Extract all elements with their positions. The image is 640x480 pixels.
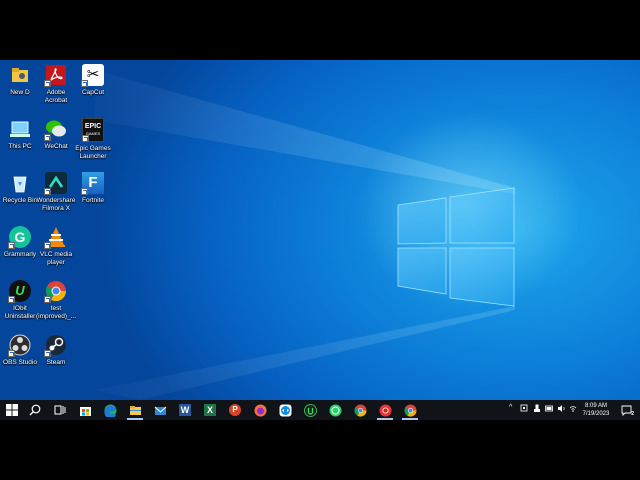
start-button[interactable] bbox=[4, 402, 20, 418]
capcut-icon: ✂ bbox=[81, 64, 104, 87]
taskbar-iobit[interactable] bbox=[302, 402, 318, 418]
icon-steam[interactable]: Steam bbox=[36, 334, 76, 367]
whatsapp-icon bbox=[329, 404, 341, 416]
tray-chevron-icon[interactable]: ^ bbox=[509, 404, 512, 411]
recycle-bin-icon bbox=[9, 172, 31, 194]
icon-wondershare[interactable]: Wondershare Filmora X bbox=[36, 172, 76, 212]
icon-capcut[interactable]: ✂ CapCut bbox=[73, 64, 113, 97]
search-icon bbox=[29, 404, 41, 416]
firefox-icon bbox=[254, 404, 266, 416]
taskbar-chrome-active[interactable] bbox=[402, 402, 418, 420]
desktop-screen: New D Adobe Acrobat ✂ CapCut This PC WeC… bbox=[0, 60, 640, 420]
speaker-icon[interactable] bbox=[557, 404, 566, 413]
wifi-icon[interactable] bbox=[569, 404, 577, 413]
store-icon bbox=[79, 406, 91, 416]
taskbar-firefox[interactable] bbox=[252, 402, 268, 418]
taskbar-chrome-red[interactable] bbox=[377, 402, 393, 420]
taskbar-edge[interactable] bbox=[102, 402, 118, 418]
wechat-icon bbox=[44, 118, 67, 141]
epic-games-icon: EPIC GAMES bbox=[82, 118, 104, 142]
powerpoint-icon: P bbox=[229, 404, 241, 416]
fortnite-icon: F bbox=[81, 172, 104, 195]
desktop-background[interactable]: New D Adobe Acrobat ✂ CapCut This PC WeC… bbox=[0, 60, 640, 400]
steam-icon bbox=[44, 334, 67, 357]
icon-this-pc[interactable]: This PC bbox=[0, 118, 40, 151]
iobit-icon: U bbox=[8, 280, 31, 303]
notification-count-badge: 2 bbox=[631, 411, 634, 417]
task-view-icon bbox=[54, 405, 66, 415]
icon-epic-games[interactable]: EPIC GAMES Epic Games Launcher bbox=[73, 118, 113, 160]
vlc-icon bbox=[44, 226, 67, 249]
chrome-icon bbox=[44, 280, 67, 303]
notification-center-button[interactable]: 2 bbox=[618, 402, 634, 418]
usb-icon[interactable] bbox=[533, 404, 541, 413]
icon-wechat[interactable]: WeChat bbox=[36, 118, 76, 151]
windows-start-icon bbox=[6, 404, 18, 416]
icon-recycle-bin[interactable]: Recycle Bin bbox=[0, 172, 40, 205]
taskbar-whatsapp[interactable] bbox=[327, 402, 343, 418]
filmora-icon bbox=[44, 172, 67, 195]
word-icon: W bbox=[179, 404, 191, 416]
icon-vlc[interactable]: VLC media player bbox=[36, 226, 76, 266]
clock-time: 8:09 AM bbox=[584, 403, 607, 409]
edge-icon bbox=[103, 404, 116, 417]
battery-icon[interactable] bbox=[545, 404, 554, 413]
iobit-icon bbox=[303, 403, 317, 417]
mail-icon bbox=[154, 406, 166, 415]
computer-icon bbox=[9, 118, 31, 140]
task-view-button[interactable] bbox=[52, 402, 68, 418]
chrome-icon bbox=[353, 404, 366, 417]
chrome-icon bbox=[403, 404, 416, 417]
teamviewer-icon bbox=[279, 404, 291, 416]
taskbar: W X P ^ 8:09 AM 7/19/2023 2 bbox=[0, 400, 640, 420]
taskbar-store[interactable] bbox=[77, 402, 93, 418]
clock-date: 7/19/2023 bbox=[582, 411, 610, 417]
acrobat-icon bbox=[44, 64, 67, 87]
icon-obs[interactable]: OBS Studio bbox=[0, 334, 40, 367]
icon-chrome-file[interactable]: test (improved)_... bbox=[36, 280, 76, 320]
icon-adobe-acrobat[interactable]: Adobe Acrobat bbox=[36, 64, 76, 104]
taskbar-teamviewer[interactable] bbox=[277, 402, 293, 418]
icon-iobit[interactable]: U IObit Uninstaller bbox=[0, 280, 40, 320]
wallpaper-windows-logo bbox=[95, 70, 515, 400]
folder-icon bbox=[9, 64, 31, 86]
taskbar-powerpoint[interactable]: P bbox=[227, 402, 243, 418]
taskbar-file-explorer[interactable] bbox=[127, 402, 143, 420]
excel-icon: X bbox=[204, 404, 216, 416]
folder-icon bbox=[129, 405, 141, 415]
taskbar-mail[interactable] bbox=[152, 402, 168, 418]
taskbar-chrome[interactable] bbox=[352, 402, 368, 418]
icon-fortnite[interactable]: F Fortnite bbox=[73, 172, 113, 205]
obs-icon bbox=[8, 334, 31, 357]
taskbar-excel[interactable]: X bbox=[202, 402, 218, 418]
chrome-red-icon bbox=[379, 404, 391, 416]
network-adapter-icon[interactable] bbox=[520, 404, 528, 413]
icon-grammarly[interactable]: G Grammarly bbox=[0, 226, 40, 259]
taskbar-word[interactable]: W bbox=[177, 402, 193, 418]
icon-new-d[interactable]: New D bbox=[0, 64, 40, 97]
system-clock[interactable]: 8:09 AM 7/19/2023 bbox=[578, 402, 614, 418]
search-button[interactable] bbox=[27, 402, 43, 418]
grammarly-icon: G bbox=[8, 226, 31, 249]
notification-icon bbox=[621, 405, 631, 416]
